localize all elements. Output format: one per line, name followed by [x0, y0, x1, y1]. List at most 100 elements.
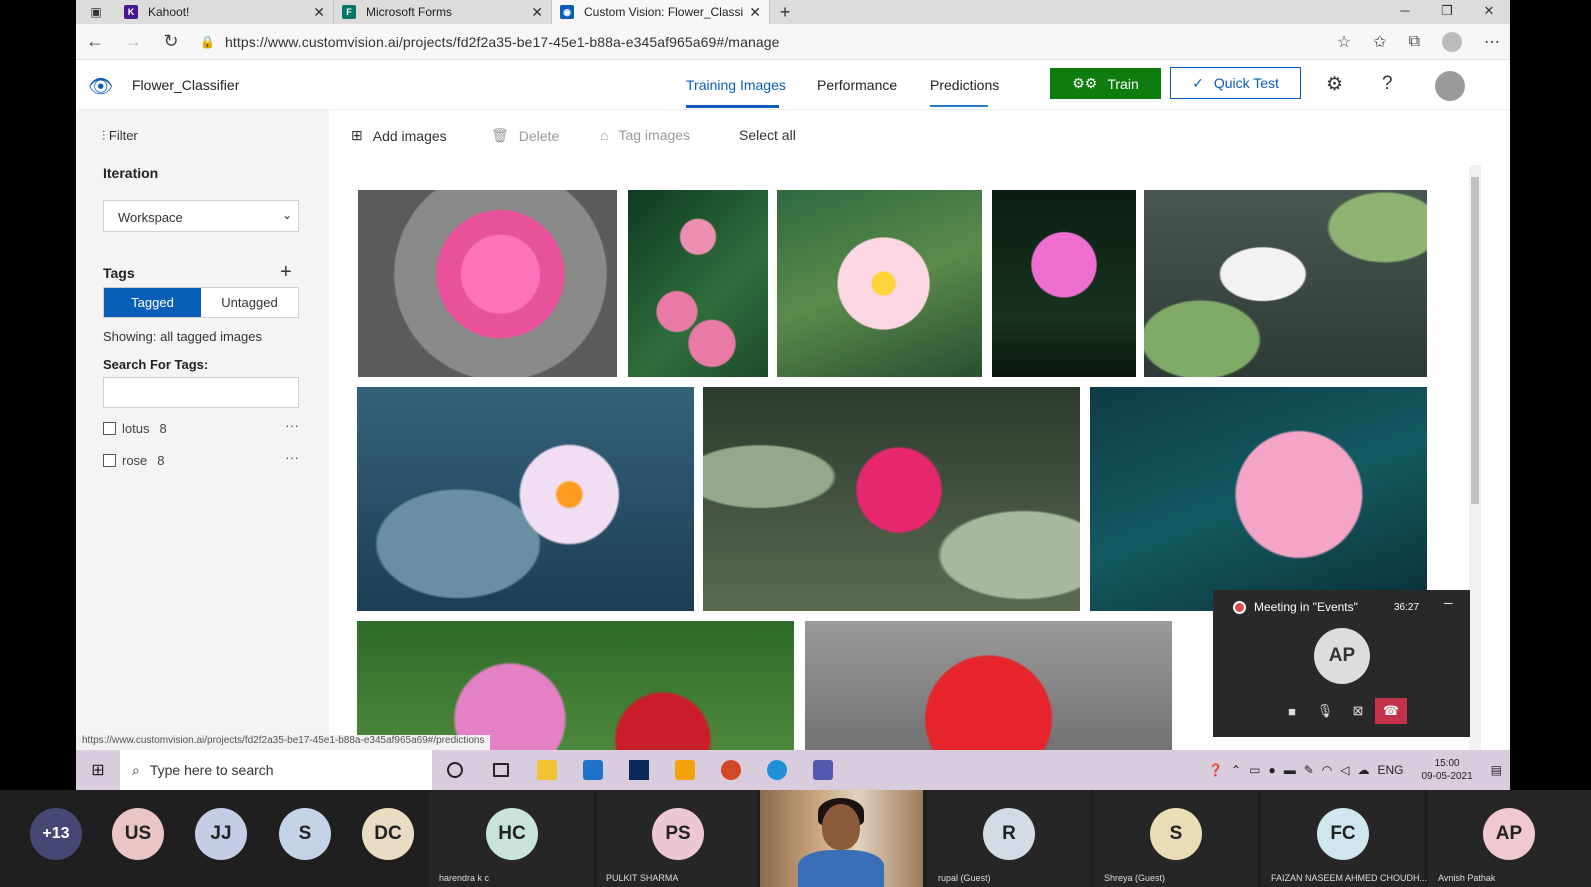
project-name[interactable]: Flower_Classifier [132, 77, 239, 93]
volume-icon[interactable]: ◁ [1340, 763, 1349, 777]
new-tab-icon[interactable]: + [770, 2, 800, 23]
participant-avatar[interactable]: S [279, 808, 331, 860]
tab-forms[interactable]: F Microsoft Forms ✕ [334, 0, 552, 24]
mail-icon[interactable] [570, 750, 616, 790]
gallery-image[interactable] [777, 190, 982, 377]
device-icon[interactable]: ▭ [1249, 763, 1260, 777]
add-tag-icon[interactable]: + [280, 261, 292, 284]
tag-images-button[interactable]: ⌂ Tag images [600, 127, 690, 143]
tab-predictions[interactable]: Predictions [930, 77, 999, 93]
close-tab-icon[interactable]: ✕ [313, 4, 325, 21]
add-favorite-icon[interactable]: ☆ [1337, 32, 1351, 52]
tab-performance[interactable]: Performance [817, 77, 897, 93]
participant-avatar[interactable]: R [983, 808, 1035, 860]
windows-start-icon[interactable]: ⊞ [76, 760, 120, 780]
participant-name: Shreya (Guest) [1104, 873, 1166, 883]
participant-avatar[interactable]: US [112, 808, 164, 860]
teams-icon[interactable] [800, 750, 846, 790]
cortana-icon[interactable] [432, 750, 478, 790]
eye-logo-icon[interactable]: 👁 [88, 74, 113, 99]
select-all-button[interactable]: Select all [739, 127, 796, 143]
gallery-image[interactable] [1090, 387, 1427, 611]
iteration-select[interactable]: Workspace ⌄ [103, 200, 299, 232]
gallery-image[interactable] [357, 387, 694, 611]
close-window-icon[interactable]: ✕ [1468, 0, 1510, 24]
minimize-icon[interactable]: ─ [1444, 596, 1453, 610]
participant-avatar[interactable]: AP [1483, 808, 1535, 860]
gallery-image[interactable] [1144, 190, 1427, 377]
scrollbar-thumb[interactable] [1471, 177, 1479, 504]
back-icon[interactable]: ← [76, 31, 114, 52]
gallery-image[interactable] [992, 190, 1136, 377]
gallery-image[interactable] [358, 190, 617, 377]
hang-up-icon[interactable]: ☎ [1375, 698, 1407, 724]
participant-avatar[interactable]: HC [486, 808, 538, 860]
train-button[interactable]: ⚙⚙ Train [1050, 68, 1161, 99]
tag-checkbox[interactable] [103, 454, 116, 467]
minimize-icon[interactable]: ─ [1384, 0, 1426, 24]
tag-name: rose [122, 453, 148, 468]
help-icon[interactable]: ❓ [1208, 763, 1223, 777]
tab-actions-icon[interactable]: ▣ [76, 0, 116, 24]
gallery-scrollbar[interactable] [1469, 165, 1481, 750]
more-options-icon[interactable]: ··· [285, 449, 299, 465]
participant-video[interactable] [760, 790, 923, 887]
share-screen-icon[interactable]: ⊠ [1342, 698, 1374, 724]
tag-row-lotus[interactable]: lotus 8 ··· [103, 417, 299, 436]
task-view-icon[interactable] [478, 750, 524, 790]
clock[interactable]: 15:00 09-05-2021 [1422, 757, 1473, 783]
gallery-image[interactable] [703, 387, 1080, 611]
taskbar-search[interactable]: ⌕ Type here to search [120, 750, 432, 790]
collections-icon[interactable]: ⧉ [1409, 33, 1420, 51]
user-avatar[interactable] [1435, 71, 1465, 101]
search-tags-input[interactable] [103, 377, 299, 408]
url-field[interactable]: 🔒 https://www.customvision.ai/projects/f… [200, 34, 780, 50]
microphone-icon[interactable]: 🎙 [1309, 698, 1341, 724]
battery-icon[interactable]: ▬ [1284, 763, 1296, 777]
tab-training-images[interactable]: Training Images [686, 77, 786, 93]
gallery-image[interactable] [628, 190, 768, 377]
quick-test-button[interactable]: ✓ Quick Test [1170, 67, 1301, 99]
gallery-image[interactable] [357, 621, 794, 750]
tab-custom-vision[interactable]: ◉ Custom Vision: Flower_Classifier ✕ [552, 0, 770, 24]
settings-gear-icon[interactable]: ⚙ [1326, 73, 1343, 96]
edge-icon[interactable] [754, 750, 800, 790]
add-images-button[interactable]: ⊞ Add images [351, 127, 447, 144]
close-tab-icon[interactable]: ✕ [749, 4, 761, 21]
camera-icon[interactable]: ■ [1276, 698, 1308, 724]
untagged-option[interactable]: Untagged [201, 288, 298, 317]
notifications-icon[interactable]: ▤ [1491, 763, 1502, 777]
tag-row-rose[interactable]: rose 8 ··· [103, 449, 299, 468]
participant-avatar[interactable]: JJ [195, 808, 247, 860]
filter-toggle[interactable]: ⫶ Filter [102, 128, 138, 144]
participant-avatar[interactable]: DC [362, 808, 414, 860]
more-options-icon[interactable]: ··· [285, 417, 299, 433]
tag-checkbox[interactable] [103, 422, 116, 435]
favorites-icon[interactable]: ✩ [1373, 32, 1386, 52]
delete-button[interactable]: 🗑 Delete [491, 127, 559, 144]
powerpoint-icon[interactable] [708, 750, 754, 790]
participant-avatar[interactable]: S [1150, 808, 1202, 860]
wifi-icon[interactable]: ◠ [1322, 763, 1332, 777]
forward-icon[interactable]: → [114, 31, 152, 52]
help-icon[interactable]: ? [1382, 73, 1393, 95]
tab-kahoot[interactable]: K Kahoot! ✕ [116, 0, 334, 24]
more-icon[interactable]: ⋯ [1484, 32, 1500, 52]
pen-icon[interactable]: ✎ [1304, 763, 1314, 777]
restore-icon[interactable]: ❐ [1426, 0, 1468, 24]
refresh-icon[interactable]: ↻ [152, 31, 190, 52]
onedrive-icon[interactable]: ☁ [1357, 763, 1369, 777]
more-participants-badge[interactable]: +13 [30, 808, 82, 860]
language-indicator[interactable]: ENG [1377, 763, 1403, 777]
gallery-image[interactable] [805, 621, 1172, 750]
microphone-icon[interactable]: ● [1268, 763, 1275, 777]
participant-avatar[interactable]: PS [652, 808, 704, 860]
participant-avatar[interactable]: FC [1317, 808, 1369, 860]
chevron-up-icon[interactable]: ⌃ [1231, 763, 1241, 777]
close-tab-icon[interactable]: ✕ [531, 4, 543, 21]
profile-icon[interactable] [1442, 32, 1462, 52]
dropbox-icon[interactable] [616, 750, 662, 790]
file-explorer-icon[interactable] [524, 750, 570, 790]
sway-icon[interactable] [662, 750, 708, 790]
tagged-option[interactable]: Tagged [104, 288, 201, 317]
